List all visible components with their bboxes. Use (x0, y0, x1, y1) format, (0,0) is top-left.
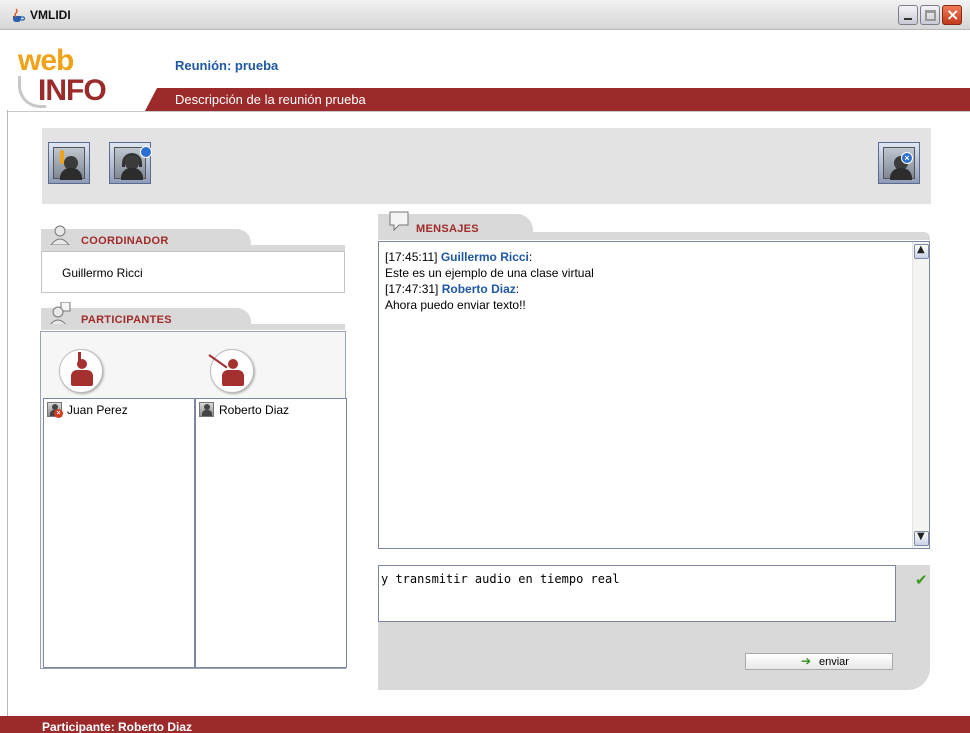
participants-list-speakers[interactable]: Roberto Diaz (195, 398, 347, 668)
checkmark-icon: ✔ (915, 571, 928, 589)
window-title-bar: VMLIDI × (0, 0, 970, 30)
chevron-down-icon: ▼ (917, 531, 925, 542)
muted-user-icon: × (47, 402, 63, 418)
participant-name: Juan Perez (67, 403, 128, 417)
window-left-border (7, 110, 8, 716)
audio-button[interactable] (109, 142, 152, 184)
message-author: Roberto Diaz (441, 282, 516, 296)
meeting-title: Reunión: prueba (175, 58, 279, 73)
send-label: enviar (819, 656, 849, 668)
messages-log[interactable]: [17:45:11] Guillermo Ricci: Este es un e… (378, 241, 930, 549)
speech-bubble-icon (389, 211, 409, 232)
messages-header-bar (378, 232, 930, 240)
student-role-icon (59, 349, 103, 393)
teacher-role-icon (208, 349, 254, 393)
logo-info-text: INFO (38, 74, 107, 107)
raise-hand-icon (53, 147, 85, 180)
current-participant: Participante: Roberto Diaz (42, 720, 193, 733)
send-button[interactable]: ➔ enviar (745, 653, 893, 670)
status-bar: Participante: Roberto Diaz (0, 716, 970, 733)
meeting-description: Descripción de la reunión prueba (175, 92, 366, 107)
message-author: Guillermo Ricci (440, 250, 529, 264)
exit-meeting-icon: × (883, 147, 915, 180)
coordinator-name: Guillermo Ricci (62, 266, 143, 280)
composer-panel: y transmitir audio en tiempo real ✔ ➔ en… (378, 565, 930, 690)
participants-list-students[interactable]: × Juan Perez (43, 398, 195, 668)
close-button[interactable]: × (942, 5, 962, 25)
maximize-button[interactable] (920, 5, 940, 25)
participants-header-bar (41, 324, 345, 330)
toolbar: × (42, 128, 931, 204)
scroll-down-button[interactable]: ▼ (914, 531, 929, 546)
message-text: Este es un ejemplo de una clase virtual (385, 266, 594, 280)
message-header: [17:45:11] Guillermo Ricci: (385, 250, 533, 264)
meeting-description-bar: Descripción de la reunión prueba (145, 88, 970, 111)
scroll-up-button[interactable]: ▲ (914, 244, 929, 259)
minimize-icon (904, 18, 912, 20)
close-icon: × (946, 5, 960, 24)
audio-headset-icon (114, 146, 152, 180)
maximize-icon (925, 10, 936, 21)
participants-panel: × Juan Perez Roberto Diaz (40, 331, 347, 669)
arrow-right-icon: ➔ (801, 654, 812, 668)
user-icon (199, 402, 214, 417)
meeting-header: web INFO Reunión: prueba Descripción de … (0, 31, 970, 112)
message-header: [17:47:31] Roberto Diaz: (385, 282, 520, 296)
window-title: VMLIDI (30, 8, 71, 22)
message-text: Ahora puedo enviar texto!! (385, 298, 526, 312)
participant-name: Roberto Diaz (219, 403, 290, 417)
exit-meeting-button[interactable]: × (878, 142, 920, 184)
chevron-up-icon: ▲ (917, 244, 925, 255)
java-cup-icon (13, 8, 26, 22)
logo-web-text: web (18, 44, 74, 77)
messages-list: [17:45:11] Guillermo Ricci: Este es un e… (385, 249, 594, 313)
minimize-button[interactable] (898, 5, 918, 25)
coordinator-box: Guillermo Ricci (41, 251, 345, 293)
participants-users-icon (49, 302, 71, 326)
message-time: [17:47:31] (385, 282, 439, 296)
coordinator-user-icon (49, 225, 71, 246)
message-input[interactable]: y transmitir audio en tiempo real (378, 565, 896, 622)
messages-scrollbar[interactable]: ▲ ▼ (912, 242, 929, 548)
message-time: [17:45:11] (385, 250, 438, 264)
header-divider (8, 111, 970, 112)
raise-hand-button[interactable] (48, 142, 90, 184)
